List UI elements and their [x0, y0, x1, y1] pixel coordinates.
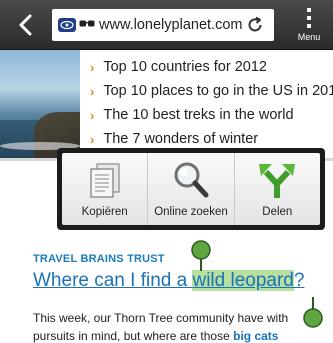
refresh-icon — [248, 16, 262, 32]
refresh-button[interactable] — [246, 16, 264, 34]
body-line: pursuits in mind, but where are those bi… — [33, 327, 333, 343]
overflow-menu-icon — [307, 8, 311, 28]
menu-label: Menu — [297, 32, 321, 42]
chevron-left-icon — [19, 14, 32, 36]
browser-toolbar: www.lonelyplanet.com Menu — [0, 0, 333, 50]
magnifier-icon — [174, 162, 209, 198]
coastline-photo[interactable] — [0, 50, 80, 160]
share-icon — [259, 164, 296, 198]
list-item-label: The 10 best treks in the world — [103, 107, 294, 123]
reader-mode-icon[interactable] — [79, 16, 95, 34]
list-item[interactable]: › Top 10 places to go in the US in 2012 — [90, 79, 333, 103]
body-line: This week, our Thorn Tree community have… — [33, 311, 289, 325]
title-end: ? — [293, 270, 305, 291]
list-item[interactable]: › The 10 best treks in the world — [90, 103, 333, 127]
share-label: Delen — [262, 206, 293, 218]
address-bar[interactable]: www.lonelyplanet.com — [52, 9, 274, 41]
back-button[interactable] — [10, 10, 40, 40]
article-body: This week, our Thorn Tree community have… — [33, 309, 333, 343]
selected-text[interactable]: wild leopard — [192, 270, 294, 291]
copy-icon — [90, 163, 120, 198]
list-item-label: Top 10 places to go in the US in 2012 — [103, 83, 333, 99]
chevron-right-icon: › — [90, 131, 95, 147]
article-title-link[interactable]: Where can I find a wild leopard? — [33, 270, 304, 292]
chevron-right-icon: › — [90, 107, 95, 123]
share-button[interactable]: Delen — [233, 153, 320, 225]
selection-start-handle[interactable] — [190, 240, 212, 272]
search-online-button[interactable]: Online zoeken — [147, 153, 233, 225]
site-logo-icon — [58, 18, 76, 32]
article-kicker[interactable]: TRAVEL BRAINS TRUST — [33, 253, 165, 265]
list-item[interactable]: › Top 10 countries for 2012 — [90, 55, 333, 79]
chevron-right-icon: › — [90, 83, 95, 99]
menu-button[interactable]: Menu — [289, 4, 329, 46]
list-item-label: Top 10 countries for 2012 — [103, 59, 267, 75]
body-text: pursuits in mind, but where are those — [33, 329, 234, 343]
top-lists: › Top 10 countries for 2012 › Top 10 pla… — [90, 55, 333, 151]
copy-label: Kopiëren — [81, 206, 128, 218]
title-text: Where can I find a — [33, 270, 193, 291]
copy-button[interactable]: Kopiëren — [62, 153, 147, 225]
big-cats-link[interactable]: big cats — [233, 329, 278, 343]
url-text: www.lonelyplanet.com — [99, 17, 243, 33]
text-selection-popup: Kopiëren Online zoeken Delen — [62, 153, 320, 225]
chevron-right-icon: › — [90, 59, 95, 75]
search-online-label: Online zoeken — [154, 206, 228, 218]
list-item-label: The 7 wonders of winter — [103, 131, 259, 147]
